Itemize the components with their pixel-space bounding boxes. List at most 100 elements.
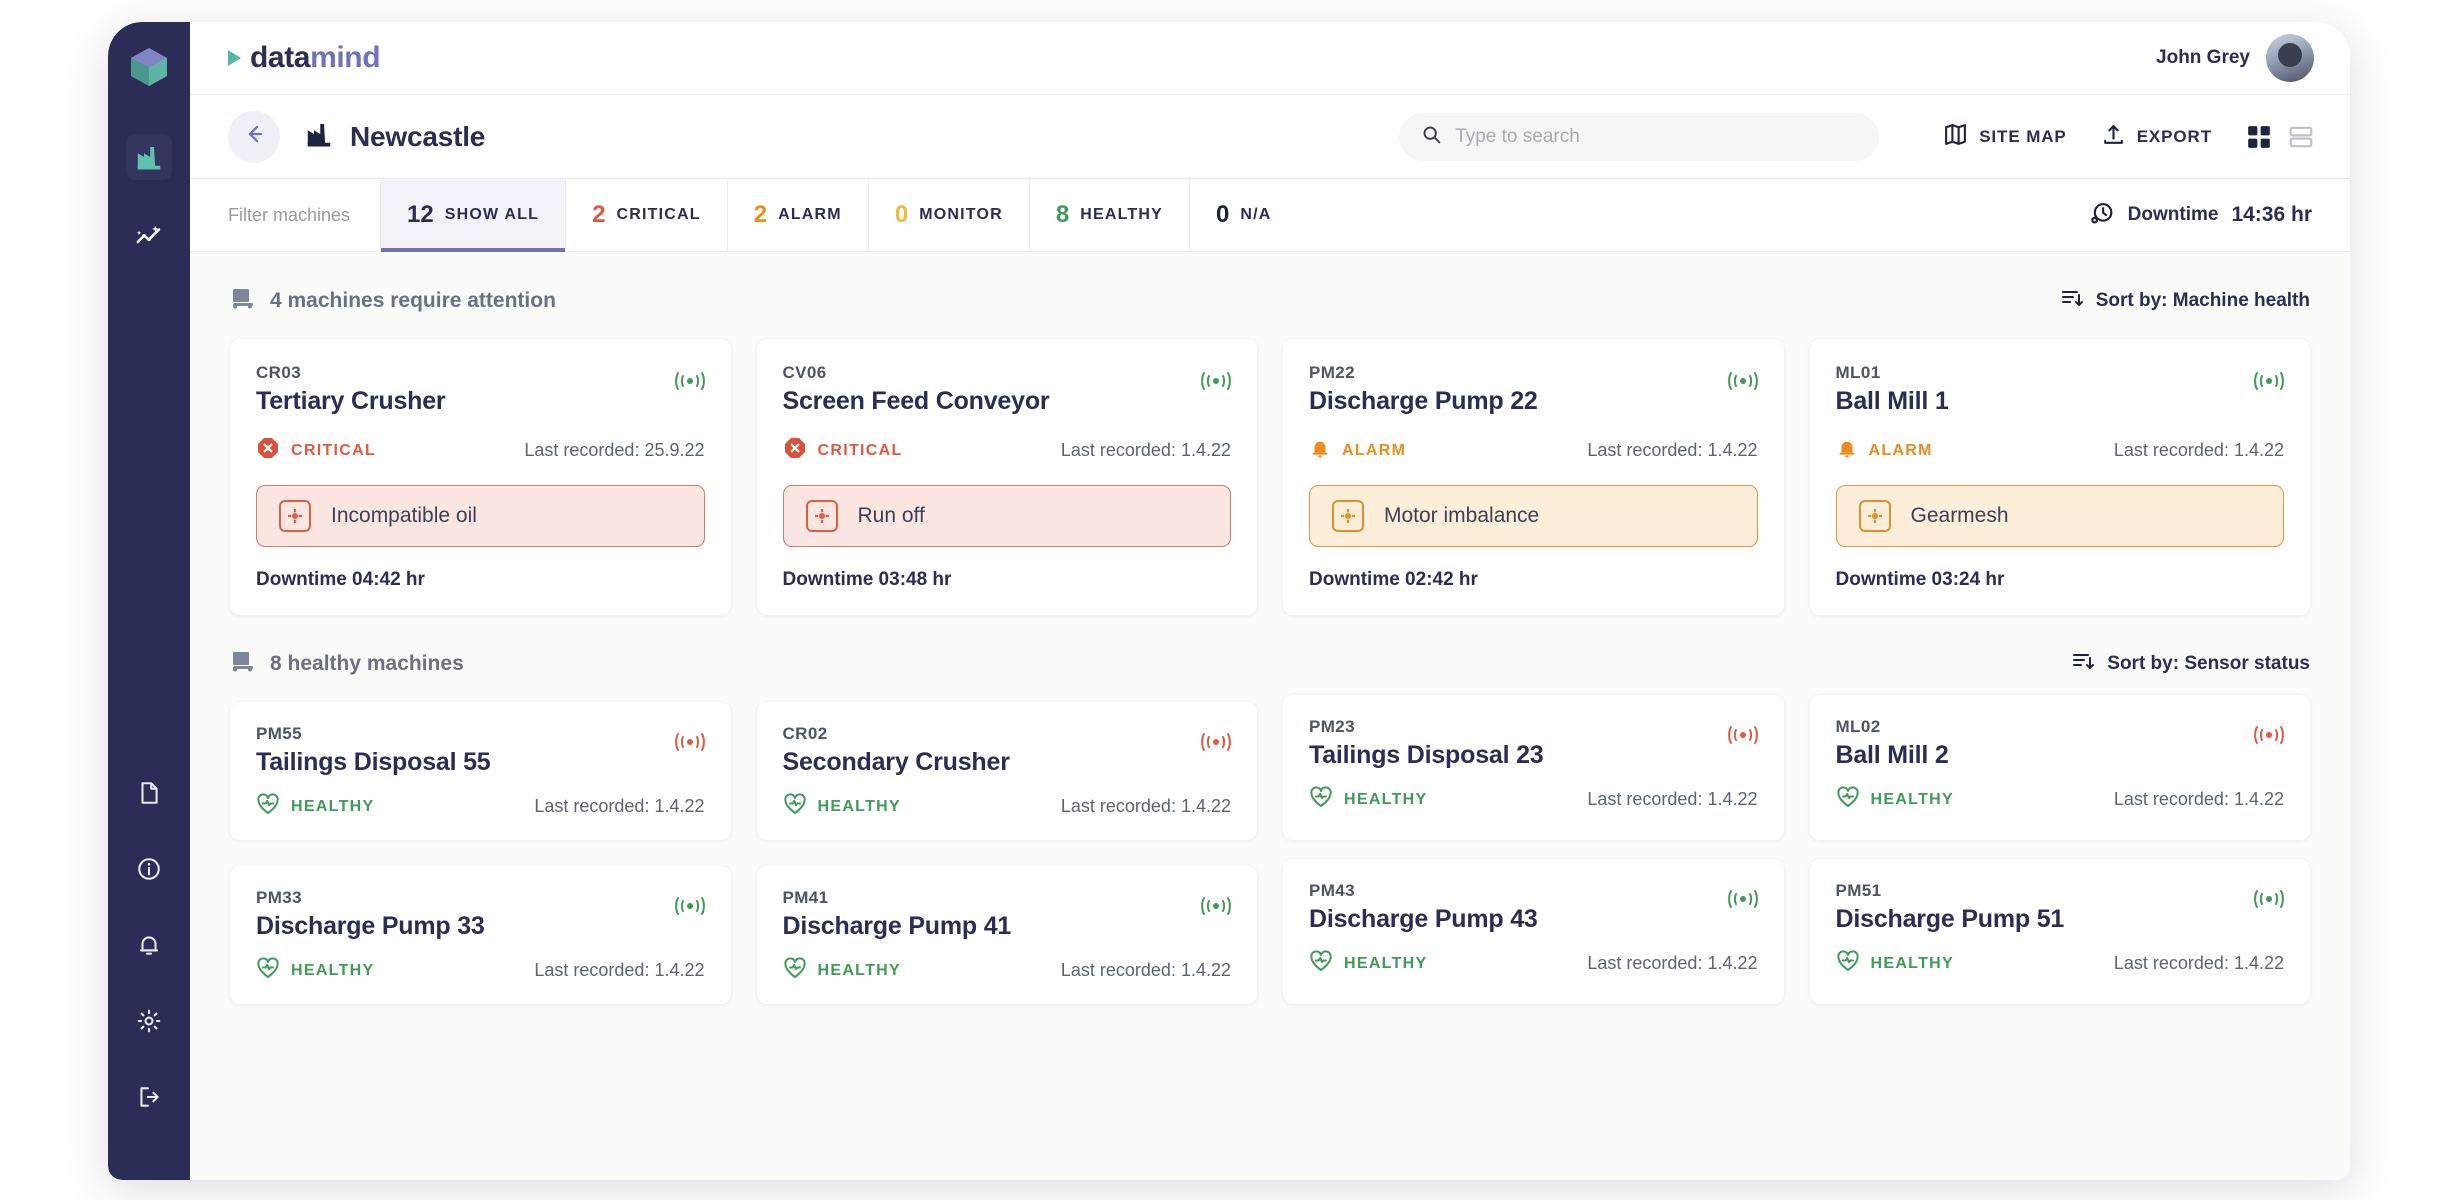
machine-card[interactable]: CV06 Screen Feed Conveyor [757, 339, 1258, 615]
back-button[interactable] [228, 111, 280, 163]
document-icon [136, 780, 162, 806]
card-downtime: Downtime 03:24 hr [1836, 569, 2285, 591]
alert-box[interactable]: Incompatible oil [256, 485, 705, 547]
sidebar-item-logout[interactable] [126, 1074, 172, 1120]
sort-by-sensor-status[interactable]: Sort by: Sensor status [2071, 649, 2310, 678]
site-map-button[interactable]: SITE MAP [1943, 122, 2067, 152]
critical-icon [783, 436, 807, 465]
brand-text-part2: mind [310, 41, 380, 74]
machine-card[interactable]: CR03 Tertiary Crusher [230, 339, 731, 615]
machine-id: PM55 [256, 724, 491, 744]
downtime-clock-icon [2089, 200, 2115, 231]
user-menu[interactable]: John Grey [2156, 34, 2314, 82]
content-area: 4 machines require attention Sort by: Ma… [190, 252, 2350, 1180]
search-box[interactable] [1399, 113, 1879, 161]
healthy-card-grid-row2: PM33 Discharge Pump 33 [230, 866, 2310, 1004]
alert-text: Gearmesh [1911, 504, 2009, 528]
signal-icon [2254, 369, 2284, 398]
last-recorded: Last recorded: 1.4.22 [1587, 789, 1757, 810]
tab-na[interactable]: 0 N/A [1189, 179, 1298, 251]
machine-card[interactable]: ML01 Ball Mill 1 [1810, 339, 2311, 615]
machine-card[interactable]: PM23 Tailings Disposal 23 [1283, 695, 1784, 840]
arrow-left-icon [242, 122, 266, 151]
machine-name: Tertiary Crusher [256, 387, 445, 416]
status-badge: HEALTHY [818, 962, 901, 980]
signal-icon [675, 369, 705, 398]
signal-icon [1201, 730, 1231, 759]
site-header: Newcastle SITE MAP [190, 94, 2350, 178]
tab-label: N/A [1240, 206, 1271, 224]
alert-box[interactable]: Gearmesh [1836, 485, 2285, 547]
status-badge: HEALTHY [291, 962, 374, 980]
tab-show-all[interactable]: 12 SHOW ALL [380, 179, 565, 251]
signal-icon [1728, 887, 1758, 916]
tab-label: HEALTHY [1080, 206, 1163, 224]
heart-health-icon [1309, 786, 1333, 813]
downtime-summary: Downtime 14:36 hr [2089, 179, 2350, 251]
bell-icon [136, 932, 162, 958]
attention-section-title: 4 machines require attention [270, 289, 556, 313]
analytics-trend-icon [134, 222, 164, 252]
machine-card[interactable]: PM22 Discharge Pump 22 [1283, 339, 1784, 615]
machine-id: CR02 [783, 724, 1010, 744]
downtime-value: 14:36 hr [2231, 203, 2312, 227]
status-badge: HEALTHY [818, 798, 901, 816]
tab-label: MONITOR [919, 206, 1003, 224]
filter-bar: Filter machines 12 SHOW ALL 2 CRITICAL 2… [190, 178, 2350, 252]
machine-card[interactable]: PM55 Tailings Disposal 55 [230, 702, 731, 840]
top-bar: datamind John Grey [190, 22, 2350, 94]
play-triangle-icon [228, 50, 241, 66]
machine-card[interactable]: PM33 Discharge Pump 33 [230, 866, 731, 1004]
brand-logo[interactable]: datamind [228, 41, 380, 75]
status-badge: ALARM [1869, 442, 1933, 460]
tab-label: CRITICAL [616, 206, 700, 224]
main-area: datamind John Grey [190, 22, 2350, 1180]
brand-text-part1: data [250, 41, 310, 74]
machine-name: Screen Feed Conveyor [783, 387, 1050, 416]
tab-monitor[interactable]: 0 MONITOR [868, 179, 1029, 251]
alert-box[interactable]: Motor imbalance [1309, 485, 1758, 547]
export-button[interactable]: EXPORT [2101, 122, 2212, 152]
machine-id: ML02 [1836, 717, 1949, 737]
sidebar-item-info[interactable] [126, 846, 172, 892]
machine-card[interactable]: CR02 Secondary Crusher [757, 702, 1258, 840]
card-downtime: Downtime 04:42 hr [256, 569, 705, 591]
machine-name: Tailings Disposal 23 [1309, 741, 1544, 770]
machine-card[interactable]: ML02 Ball Mill 2 [1810, 695, 2311, 840]
tab-healthy[interactable]: 8 HEALTHY [1029, 179, 1189, 251]
sidebar-item-documents[interactable] [126, 770, 172, 816]
sidebar-item-sites[interactable] [126, 134, 172, 180]
status-badge: HEALTHY [1344, 791, 1427, 809]
heart-health-icon [783, 957, 807, 984]
last-recorded: Last recorded: 1.4.22 [2114, 440, 2284, 461]
app-logo-cube [126, 44, 172, 90]
search-input[interactable] [1455, 126, 1857, 148]
machine-id: PM33 [256, 888, 485, 908]
machine-id: ML01 [1836, 363, 1949, 383]
healthy-card-grid-row1: PM55 Tailings Disposal 55 [230, 702, 2310, 840]
card-downtime: Downtime 03:48 hr [783, 569, 1232, 591]
filter-machines-label: Filter machines [228, 179, 380, 251]
sidebar-item-analytics[interactable] [126, 214, 172, 260]
healthy-section-title: 8 healthy machines [270, 652, 464, 676]
machine-name: Ball Mill 1 [1836, 387, 1949, 416]
avatar[interactable] [2266, 34, 2314, 82]
heart-health-icon [1836, 786, 1860, 813]
heart-health-icon [1309, 950, 1333, 977]
machine-id: PM23 [1309, 717, 1544, 737]
site-map-label: SITE MAP [1979, 127, 2067, 147]
sidebar-item-notifications[interactable] [126, 922, 172, 968]
machine-card[interactable]: PM43 Discharge Pump 43 [1283, 859, 1784, 1004]
attention-card-grid: CR03 Tertiary Crusher [230, 339, 2310, 615]
list-view-toggle[interactable] [2288, 124, 2314, 150]
machine-card[interactable]: PM41 Discharge Pump 41 [757, 866, 1258, 1004]
sidebar-item-settings[interactable] [126, 998, 172, 1044]
tab-alarm[interactable]: 2 ALARM [727, 179, 868, 251]
sort-by-machine-health[interactable]: Sort by: Machine health [2060, 286, 2310, 315]
tab-critical[interactable]: 2 CRITICAL [565, 179, 727, 251]
signal-icon [2254, 887, 2284, 916]
grid-view-toggle[interactable] [2246, 124, 2272, 150]
machine-card[interactable]: PM51 Discharge Pump 51 [1810, 859, 2311, 1004]
last-recorded: Last recorded: 25.9.22 [524, 440, 704, 461]
alert-box[interactable]: Run off [783, 485, 1232, 547]
